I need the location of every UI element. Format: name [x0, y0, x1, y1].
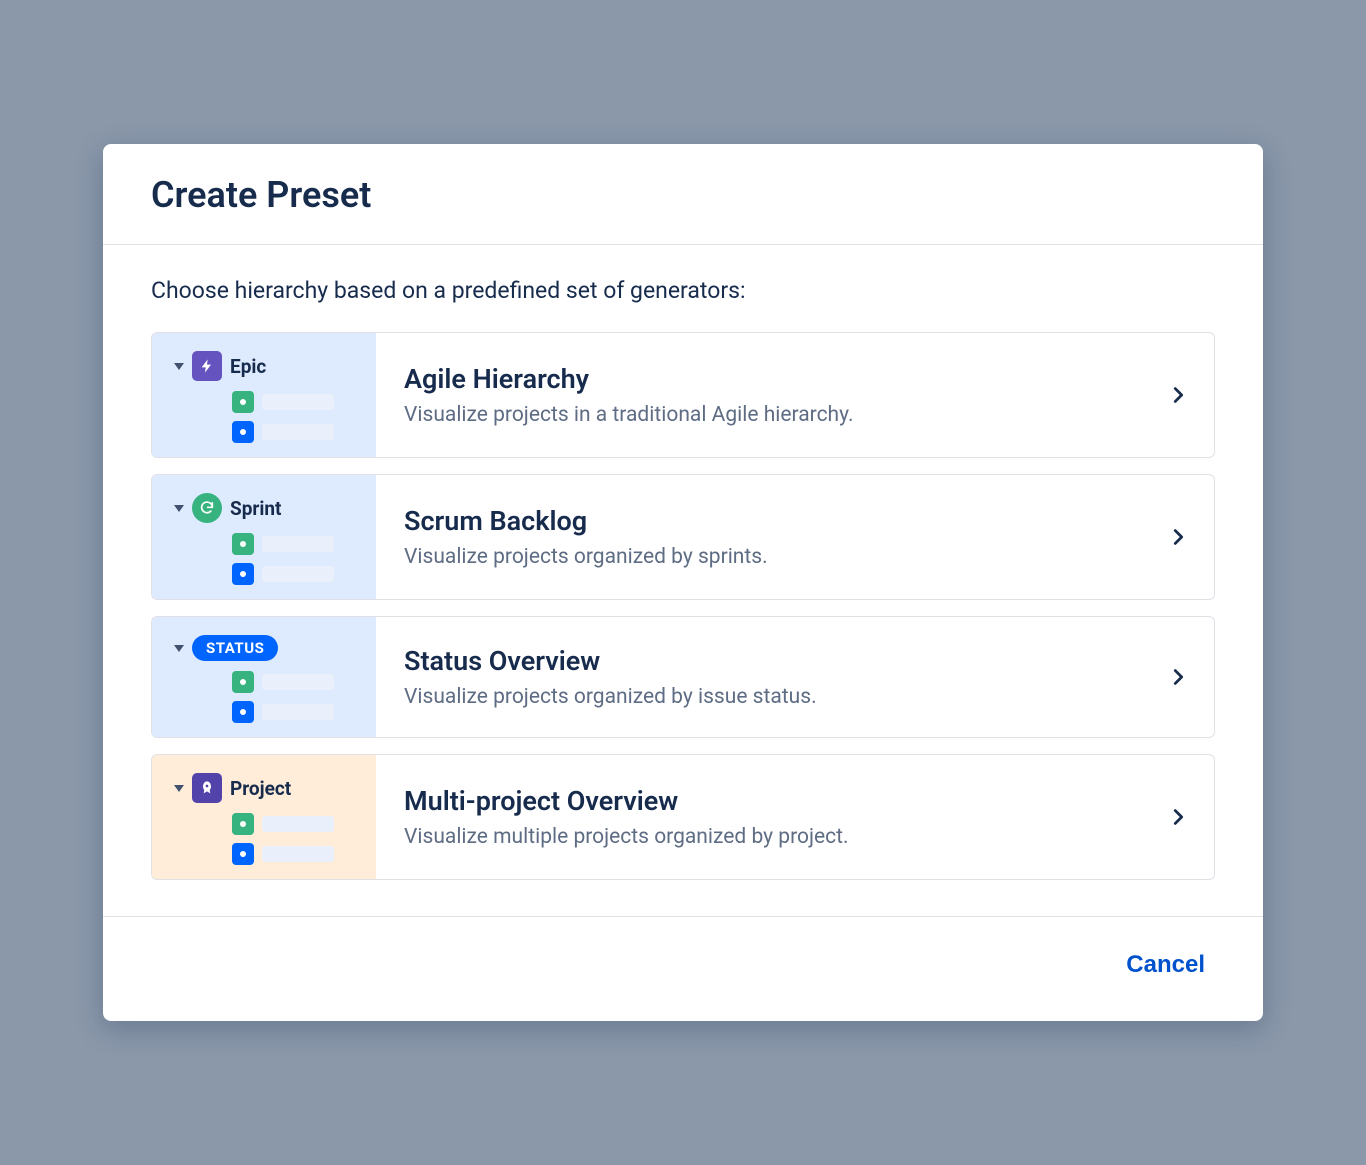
- preset-option-scrum-backlog[interactable]: Sprint: [151, 474, 1215, 600]
- preset-option-status-overview[interactable]: STATUS: [151, 616, 1215, 738]
- preset-option-title: Multi-project Overview: [404, 785, 1114, 817]
- placeholder-bar: [262, 704, 334, 720]
- placeholder-bar: [262, 674, 334, 690]
- modal-body: Choose hierarchy based on a predefined s…: [103, 245, 1263, 916]
- status-pill-icon: STATUS: [192, 635, 278, 661]
- caret-down-icon: [174, 645, 184, 652]
- thumb-label: Epic: [230, 355, 266, 378]
- preset-option-desc: Visualize multiple projects organized by…: [404, 825, 1114, 849]
- task-icon: [232, 843, 254, 865]
- bolt-icon: [192, 351, 222, 381]
- preset-thumb: STATUS: [152, 617, 376, 737]
- cancel-button[interactable]: Cancel: [1116, 945, 1215, 985]
- placeholder-bar: [262, 566, 334, 582]
- chevron-right-icon: [1142, 475, 1214, 599]
- story-icon: [232, 391, 254, 413]
- thumb-mini-rows: [174, 391, 356, 443]
- preset-option-agile-hierarchy[interactable]: Epic: [151, 332, 1215, 458]
- preset-option-main: Multi-project Overview Visualize multipl…: [376, 755, 1142, 879]
- placeholder-bar: [262, 816, 334, 832]
- preset-option-main: Agile Hierarchy Visualize projects in a …: [376, 333, 1142, 457]
- thumb-label: Sprint: [230, 497, 281, 520]
- page-title: Create Preset: [151, 174, 1215, 216]
- preset-option-desc: Visualize projects in a traditional Agil…: [404, 403, 1114, 427]
- thumb-mini-rows: [174, 533, 356, 585]
- thumb-mini-rows: [174, 671, 356, 723]
- placeholder-bar: [262, 424, 334, 440]
- placeholder-bar: [262, 536, 334, 552]
- chevron-right-icon: [1142, 755, 1214, 879]
- preset-thumb: Epic: [152, 333, 376, 457]
- caret-down-icon: [174, 505, 184, 512]
- task-icon: [232, 421, 254, 443]
- preset-option-title: Scrum Backlog: [404, 505, 1114, 537]
- preset-option-title: Agile Hierarchy: [404, 363, 1114, 395]
- intro-text: Choose hierarchy based on a predefined s…: [151, 277, 1215, 304]
- modal-footer: Cancel: [103, 916, 1263, 1021]
- caret-down-icon: [174, 785, 184, 792]
- thumb-label: Project: [230, 777, 291, 800]
- preset-thumb: Sprint: [152, 475, 376, 599]
- preset-option-main: Scrum Backlog Visualize projects organiz…: [376, 475, 1142, 599]
- preset-option-multi-project-overview[interactable]: Project: [151, 754, 1215, 880]
- preset-option-desc: Visualize projects organized by issue st…: [404, 685, 1114, 709]
- thumb-mini-rows: [174, 813, 356, 865]
- create-preset-modal: Create Preset Choose hierarchy based on …: [103, 144, 1263, 1021]
- chevron-right-icon: [1142, 333, 1214, 457]
- rocket-icon: [192, 773, 222, 803]
- placeholder-bar: [262, 846, 334, 862]
- preset-option-desc: Visualize projects organized by sprints.: [404, 545, 1114, 569]
- preset-options-list: Epic: [151, 332, 1215, 880]
- refresh-icon: [192, 493, 222, 523]
- preset-thumb: Project: [152, 755, 376, 879]
- story-icon: [232, 813, 254, 835]
- caret-down-icon: [174, 363, 184, 370]
- placeholder-bar: [262, 394, 334, 410]
- story-icon: [232, 533, 254, 555]
- preset-option-title: Status Overview: [404, 645, 1114, 677]
- modal-header: Create Preset: [103, 144, 1263, 245]
- story-icon: [232, 671, 254, 693]
- chevron-right-icon: [1142, 617, 1214, 737]
- task-icon: [232, 563, 254, 585]
- preset-option-main: Status Overview Visualize projects organ…: [376, 617, 1142, 737]
- task-icon: [232, 701, 254, 723]
